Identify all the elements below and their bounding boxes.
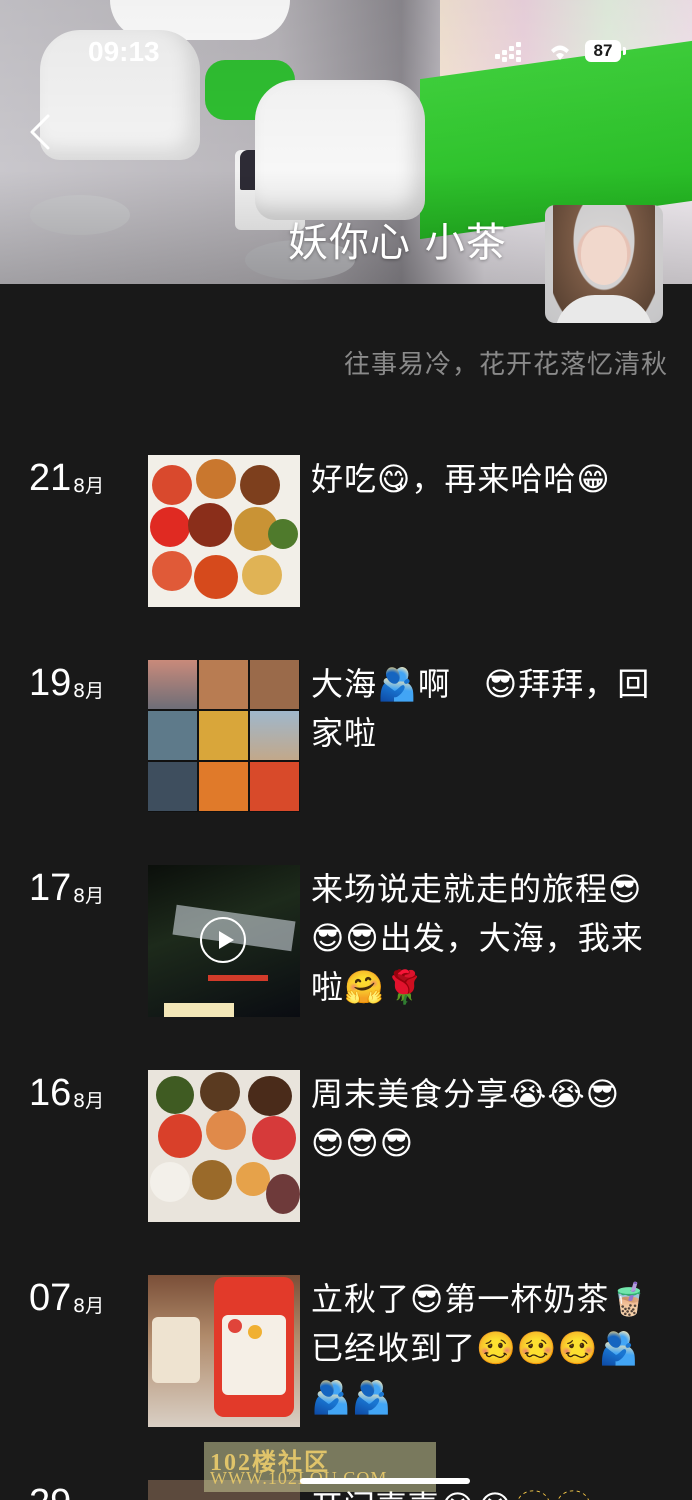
status-icons: 87 — [495, 38, 635, 66]
home-indicator[interactable] — [300, 1478, 470, 1484]
avatar[interactable] — [545, 205, 663, 323]
post-month: 8月 — [73, 475, 105, 497]
fruit-topping — [228, 1319, 242, 1333]
battery-icon: 87 — [585, 40, 621, 62]
post-month: 8月 — [73, 1090, 105, 1112]
post-text: 立秋了😎第一杯奶茶🧋已经收到了🥴🥴🥴🫂🫂🫂 — [311, 1280, 651, 1416]
post-day: 07 — [29, 1277, 72, 1319]
moment-post[interactable]: 17 8月 来场说走就走的旅程😎😎😎出发，大海，我来啦🤗🌹 — [0, 865, 692, 1025]
post-day: 29 — [29, 1482, 71, 1500]
post-day: 19 — [29, 662, 72, 704]
post-month: 8月 — [73, 1295, 105, 1317]
post-day: 17 — [29, 867, 72, 909]
post-day: 16 — [29, 1072, 72, 1114]
post-thumbnail[interactable] — [148, 865, 300, 1017]
post-month: 8月 — [73, 885, 105, 907]
post-month: 8月 — [73, 680, 105, 702]
post-text: 好吃😋，再来哈哈😁 — [311, 460, 611, 498]
cellular-signal-icon — [495, 42, 523, 64]
battery-tip — [623, 47, 626, 55]
moment-post[interactable]: 07 8月 立秋了😎第一杯奶茶🧋已经收到了🥴🥴🥴🫂🫂🫂 — [0, 1275, 692, 1435]
post-text: 周末美食分享😭😭😎😎😎😎 — [311, 1075, 621, 1162]
moment-post[interactable]: 21 8月 好吃😋，再来哈哈😁 — [0, 455, 692, 615]
play-icon[interactable] — [200, 917, 246, 963]
moment-post[interactable]: 16 8月 周末美食分享😭😭😎😎😎😎 — [0, 1070, 692, 1230]
profile-nickname: 妖你心 小茶 — [288, 220, 507, 266]
nine-grid-photos — [148, 660, 300, 812]
post-day: 21 — [29, 457, 72, 499]
site-watermark: 102楼社区 WWW.102LOU.COM — [204, 1442, 436, 1492]
post-thumbnail[interactable] — [148, 1070, 300, 1222]
milk-tea-cup — [152, 1317, 200, 1383]
fruit-topping — [248, 1325, 262, 1339]
post-thumbnail[interactable] — [148, 660, 300, 812]
post-thumbnail[interactable] — [148, 455, 300, 607]
moment-post[interactable]: 19 8月 大海🫂啊 😎拜拜，回家啦 — [0, 660, 692, 820]
milk-tea-photo — [148, 1275, 300, 1427]
profile-signature: 往事易冷，花开花落忆清秋 — [343, 350, 668, 380]
back-arrow-icon[interactable] — [26, 112, 56, 152]
avatar-face — [581, 227, 627, 285]
post-thumbnail[interactable] — [148, 1275, 300, 1427]
food-photo — [148, 1070, 300, 1222]
food-photo — [148, 455, 300, 607]
post-text: 大海🫂啊 😎拜拜，回家啦 — [311, 665, 651, 752]
status-time: 09:13 — [88, 36, 160, 67]
post-text: 来场说走就走的旅程😎😎😎出发，大海，我来啦🤗🌹 — [311, 870, 644, 1006]
video-red-light — [208, 975, 268, 981]
video-sticker — [164, 1003, 234, 1017]
wifi-icon — [551, 45, 569, 60]
